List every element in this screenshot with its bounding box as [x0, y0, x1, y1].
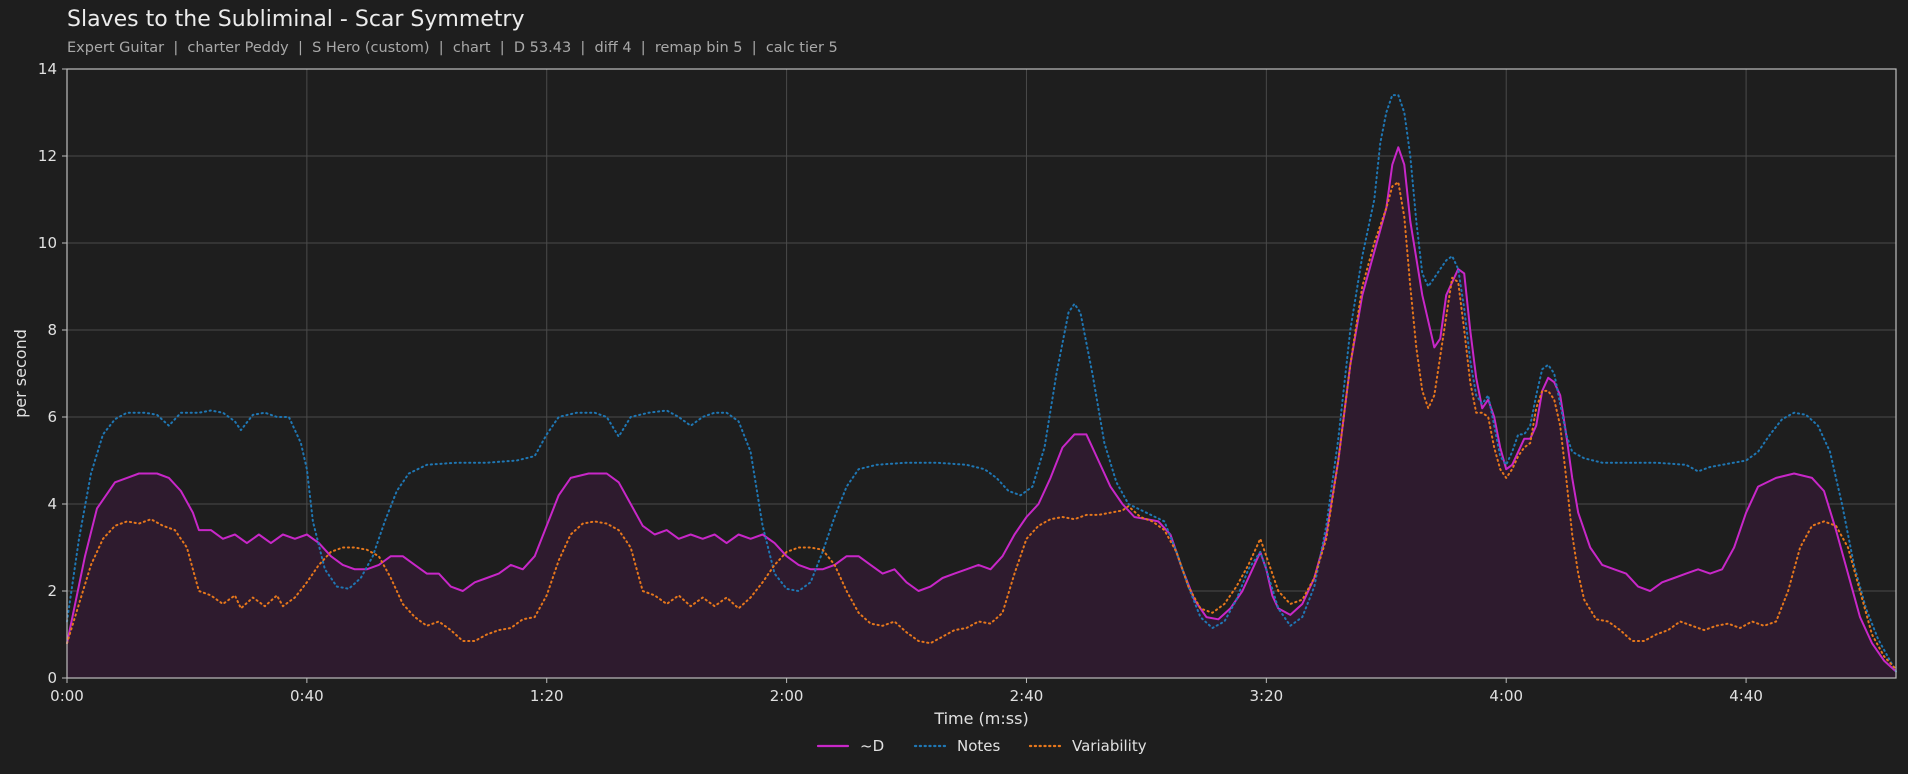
chart-plot: 0:00 0:40 1:20 2:00 2:40 3:20 4:00 4:40 0 2 4 6 8 10 1…: [11, 60, 1897, 755]
x-tick-label: 4:40: [1729, 687, 1763, 705]
y-tick-label: 2: [47, 582, 57, 600]
d-area-fill: [67, 147, 1896, 679]
x-axis-label: Time (m:ss): [933, 709, 1028, 728]
legend-label: Variability: [1072, 737, 1147, 755]
y-axis-label: per second: [11, 329, 30, 418]
y-tick-label: 14: [38, 60, 57, 78]
x-tick-label: 1:20: [530, 687, 564, 705]
y-tick-label: 12: [38, 147, 57, 165]
legend-label: ~D: [860, 737, 884, 755]
x-tick-label: 4:00: [1489, 687, 1523, 705]
legend-label: Notes: [957, 737, 1001, 755]
x-tick-label: 0:40: [290, 687, 324, 705]
y-tick-label: 4: [47, 495, 57, 513]
y-tick-label: 8: [47, 321, 57, 339]
x-tick-label: 2:40: [1010, 687, 1044, 705]
y-tick-label: 6: [47, 408, 57, 426]
y-tick-label: 10: [38, 234, 57, 252]
y-tick-label: 0: [47, 669, 57, 687]
d-area: [67, 147, 1896, 679]
x-tick-label: 2:00: [770, 687, 804, 705]
x-tick-label: 3:20: [1250, 687, 1284, 705]
x-tick-label: 0:00: [50, 687, 84, 705]
legend: ~D Notes Variability: [816, 737, 1147, 755]
